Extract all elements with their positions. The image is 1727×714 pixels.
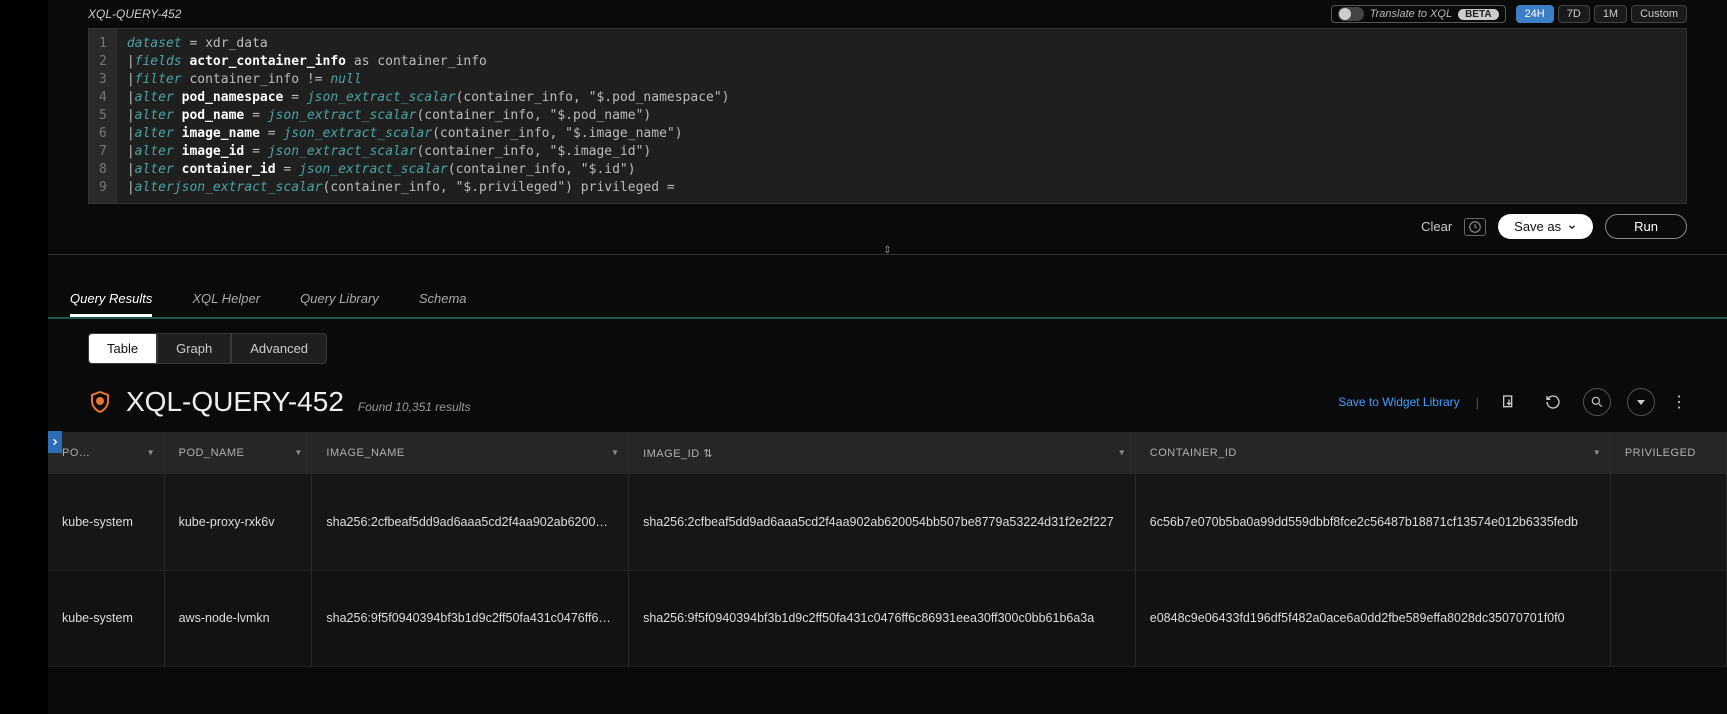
editor-code[interactable]: dataset = xdr_data|fields actor_containe… (117, 29, 740, 203)
results-title: XQL-QUERY-452 (126, 386, 344, 418)
time-range-custom[interactable]: Custom (1631, 5, 1687, 23)
tab-schema[interactable]: Schema (419, 291, 467, 317)
cell-image_id: sha256:2cfbeaf5dd9ad6aaa5cd2f4aa902ab620… (629, 474, 1136, 570)
view-graph[interactable]: Graph (157, 333, 231, 364)
query-editor[interactable]: 123456789 dataset = xdr_data|fields acto… (88, 28, 1687, 204)
clear-button[interactable]: Clear (1421, 219, 1452, 234)
cell-pod_namespace: kube-system (48, 570, 164, 666)
cell-pod_name: aws-node-lvmkn (164, 570, 312, 666)
run-button[interactable]: Run (1605, 214, 1687, 239)
tab-query-results[interactable]: Query Results (70, 291, 152, 317)
time-range-7d[interactable]: 7D (1558, 5, 1590, 23)
table-row[interactable]: kube-systemkube-proxy-rxk6vsha256:2cfbea… (48, 474, 1727, 570)
drag-handle-icon[interactable]: ⇕ (883, 245, 891, 256)
col-image-name[interactable]: IMAGE_NAME▾ (312, 432, 629, 474)
cell-privileged (1610, 570, 1726, 666)
time-range-picker: 24H 7D 1M Custom (1516, 5, 1687, 23)
table-row[interactable]: kube-systemaws-node-lvmknsha256:9f5f0940… (48, 570, 1727, 666)
translate-label: Translate to XQL (1370, 8, 1452, 20)
translate-toggle[interactable] (1338, 7, 1364, 21)
beta-badge: BETA (1458, 9, 1498, 20)
results-table: PO…▾ POD_NAME▾ IMAGE_NAME▾ IMAGE_ID ⇅▾ C… (48, 432, 1727, 667)
more-menu-icon[interactable]: ⋮ (1671, 392, 1687, 412)
col-pod-name[interactable]: POD_NAME▾ (164, 432, 312, 474)
translate-to-xql[interactable]: Translate to XQL BETA (1331, 5, 1506, 23)
save-as-button[interactable]: Save as (1498, 214, 1593, 239)
view-table[interactable]: Table (88, 333, 157, 364)
filter-dropdown-icon[interactable] (1627, 388, 1655, 416)
history-icon[interactable] (1464, 218, 1486, 236)
col-container-id[interactable]: CONTAINER_ID▾ (1135, 432, 1610, 474)
filter-icon[interactable]: ▾ (148, 448, 154, 459)
filter-icon[interactable]: ▾ (613, 448, 619, 459)
export-icon[interactable] (1495, 388, 1523, 416)
query-name: XQL-QUERY-452 (88, 7, 181, 21)
sort-icon[interactable]: ⇅ (703, 448, 713, 460)
cell-pod_name: kube-proxy-rxk6v (164, 474, 312, 570)
time-range-24h[interactable]: 24H (1516, 5, 1554, 23)
tab-xql-helper[interactable]: XQL Helper (192, 291, 260, 317)
filter-icon[interactable]: ▾ (1594, 448, 1600, 459)
refresh-icon[interactable] (1539, 388, 1567, 416)
chevron-down-icon (1567, 222, 1577, 232)
pane-divider[interactable]: ⇕ (48, 245, 1727, 255)
shield-icon (88, 390, 112, 414)
cell-privileged (1610, 474, 1726, 570)
cell-container_id: e0848c9e06433fd196df5f482a0ace6a0dd2fbe5… (1135, 570, 1610, 666)
result-tabs: Query Results XQL Helper Query Library S… (48, 285, 1727, 319)
results-count: Found 10,351 results (358, 400, 471, 414)
col-pod-namespace[interactable]: PO…▾ (48, 432, 164, 474)
cell-image_name: sha256:9f5f0940394bf3b1d9c2ff50fa431c047… (312, 570, 629, 666)
topbar: XQL-QUERY-452 Translate to XQL BETA 24H … (48, 0, 1727, 28)
cell-pod_namespace: kube-system (48, 474, 164, 570)
tab-query-library[interactable]: Query Library (300, 291, 379, 317)
cell-image_id: sha256:9f5f0940394bf3b1d9c2ff50fa431c047… (629, 570, 1136, 666)
view-advanced[interactable]: Advanced (231, 333, 327, 364)
sidebar (0, 0, 48, 714)
col-image-id[interactable]: IMAGE_ID ⇅▾ (629, 432, 1136, 474)
save-to-widget-library[interactable]: Save to Widget Library (1338, 395, 1459, 409)
zoom-icon[interactable] (1583, 388, 1611, 416)
editor-gutter: 123456789 (89, 29, 117, 203)
col-privileged[interactable]: PRIVILEGED (1610, 432, 1726, 474)
view-toggle: Table Graph Advanced (88, 333, 1687, 364)
cell-image_name: sha256:2cfbeaf5dd9ad6aaa5cd2f4aa902ab620… (312, 474, 629, 570)
expand-panel-button[interactable] (48, 431, 62, 453)
time-range-1m[interactable]: 1M (1594, 5, 1627, 23)
filter-icon[interactable]: ▾ (296, 448, 302, 459)
filter-icon[interactable]: ▾ (1119, 448, 1125, 459)
cell-container_id: 6c56b7e070b5ba0a99dd559dbbf8fce2c56487b1… (1135, 474, 1610, 570)
